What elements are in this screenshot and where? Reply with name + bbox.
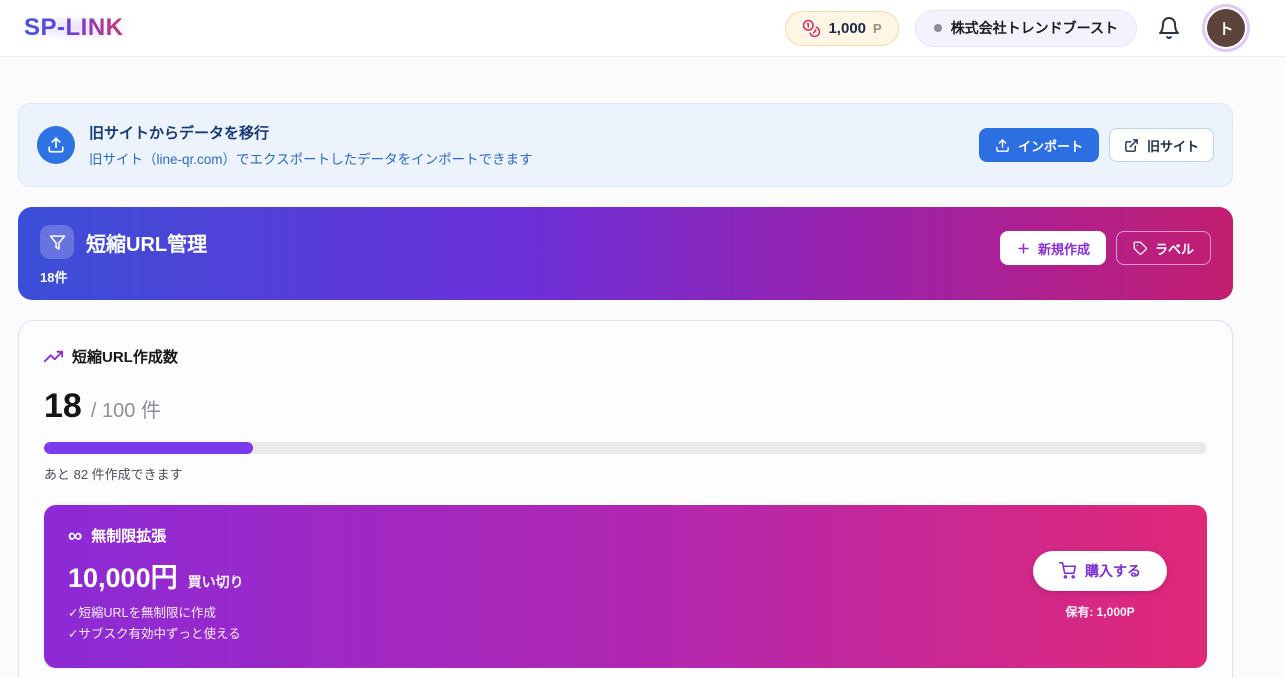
migration-banner: 旧サイトからデータを移行 旧サイト（line-qr.com）でエクスポートしたデ… [18,103,1233,187]
header-right: 1,000 P 株式会社トレンドブースト ト [785,9,1245,47]
usage-remaining-text: あと 82 件作成できます [44,464,1207,483]
usage-card: 短縮URL作成数 18 / 100 件 あと 82 件作成できます ∞ 無制限拡… [18,320,1233,678]
create-new-button[interactable]: 新規作成 [1000,231,1106,265]
progress-fill [44,442,253,454]
promo-price: 10,000円 [68,556,178,595]
logo-glow: SP-LINK [14,14,134,42]
status-dot [934,24,942,32]
app-header: SP-LINK 1,000 P 株式会社トレンドブースト ト [0,0,1285,57]
filter-icon [40,225,74,259]
sp-link-logo[interactable]: SP-LINK [14,10,134,45]
migration-actions: インポート 旧サイト [979,128,1214,162]
usage-progress-bar [44,442,1207,454]
label-button-label: ラベル [1155,239,1194,258]
buy-button-label: 購入する [1085,561,1141,581]
promo-feature: ✓サブスク有効中ずっと使える [68,624,244,645]
usage-current-count: 18 [44,387,82,426]
cart-icon [1059,562,1076,579]
infinity-icon: ∞ [68,526,82,546]
promo-price-note: 買い切り [188,572,244,592]
import-button-label: インポート [1018,136,1083,155]
promo-info: ∞ 無制限拡張 10,000円 買い切り ✓短縮URLを無制限に作成 ✓サブスク… [68,525,244,646]
promo-title: 無制限拡張 [91,525,166,546]
label-button[interactable]: ラベル [1116,231,1211,265]
company-name: 株式会社トレンドブースト [951,18,1118,38]
old-site-button-label: 旧サイト [1147,136,1199,155]
import-button[interactable]: インポート [979,128,1099,162]
user-avatar[interactable]: ト [1207,9,1245,47]
url-manager-banner: 短縮URL管理 18件 新規作成 ラベル [18,207,1233,300]
points-unit: P [873,21,882,36]
page-title: 短縮URL管理 [86,228,207,257]
create-new-button-label: 新規作成 [1038,239,1090,258]
buy-button[interactable]: 購入する [1033,551,1167,591]
company-badge[interactable]: 株式会社トレンドブースト [915,10,1137,47]
notification-bell-icon[interactable] [1153,12,1185,44]
old-site-button[interactable]: 旧サイト [1109,128,1214,162]
trending-up-icon [44,347,63,366]
usage-total-count: / 100 件 [91,394,161,423]
external-link-icon [1124,138,1139,153]
upload-circle-icon [37,126,75,164]
promo-feature: ✓短縮URLを無制限に作成 [68,603,244,624]
points-badge[interactable]: 1,000 P [785,11,898,46]
manager-actions: 新規作成 ラベル [1000,231,1211,265]
main-content: 旧サイトからデータを移行 旧サイト（line-qr.com）でエクスポートしたデ… [18,103,1233,678]
points-balance: 保有: 1,000P [1065,603,1134,620]
migration-info: 旧サイトからデータを移行 旧サイト（line-qr.com）でエクスポートしたデ… [37,122,533,168]
migration-title: 旧サイトからデータを移行 [89,122,533,143]
url-manager-heading: 短縮URL管理 18件 [40,225,207,286]
upload-icon [995,138,1010,153]
tag-icon [1133,241,1148,256]
coins-icon [802,19,821,38]
usage-card-title: 短縮URL作成数 [72,346,178,367]
unlimited-promo-card: ∞ 無制限拡張 10,000円 買い切り ✓短縮URLを無制限に作成 ✓サブスク… [44,505,1207,668]
promo-purchase-area: 購入する 保有: 1,000P [1033,551,1181,620]
url-count-badge: 18件 [40,267,207,286]
migration-description: 旧サイト（line-qr.com）でエクスポートしたデータをインポートできます [89,148,533,168]
plus-icon [1016,241,1031,256]
points-value: 1,000 [828,20,866,37]
